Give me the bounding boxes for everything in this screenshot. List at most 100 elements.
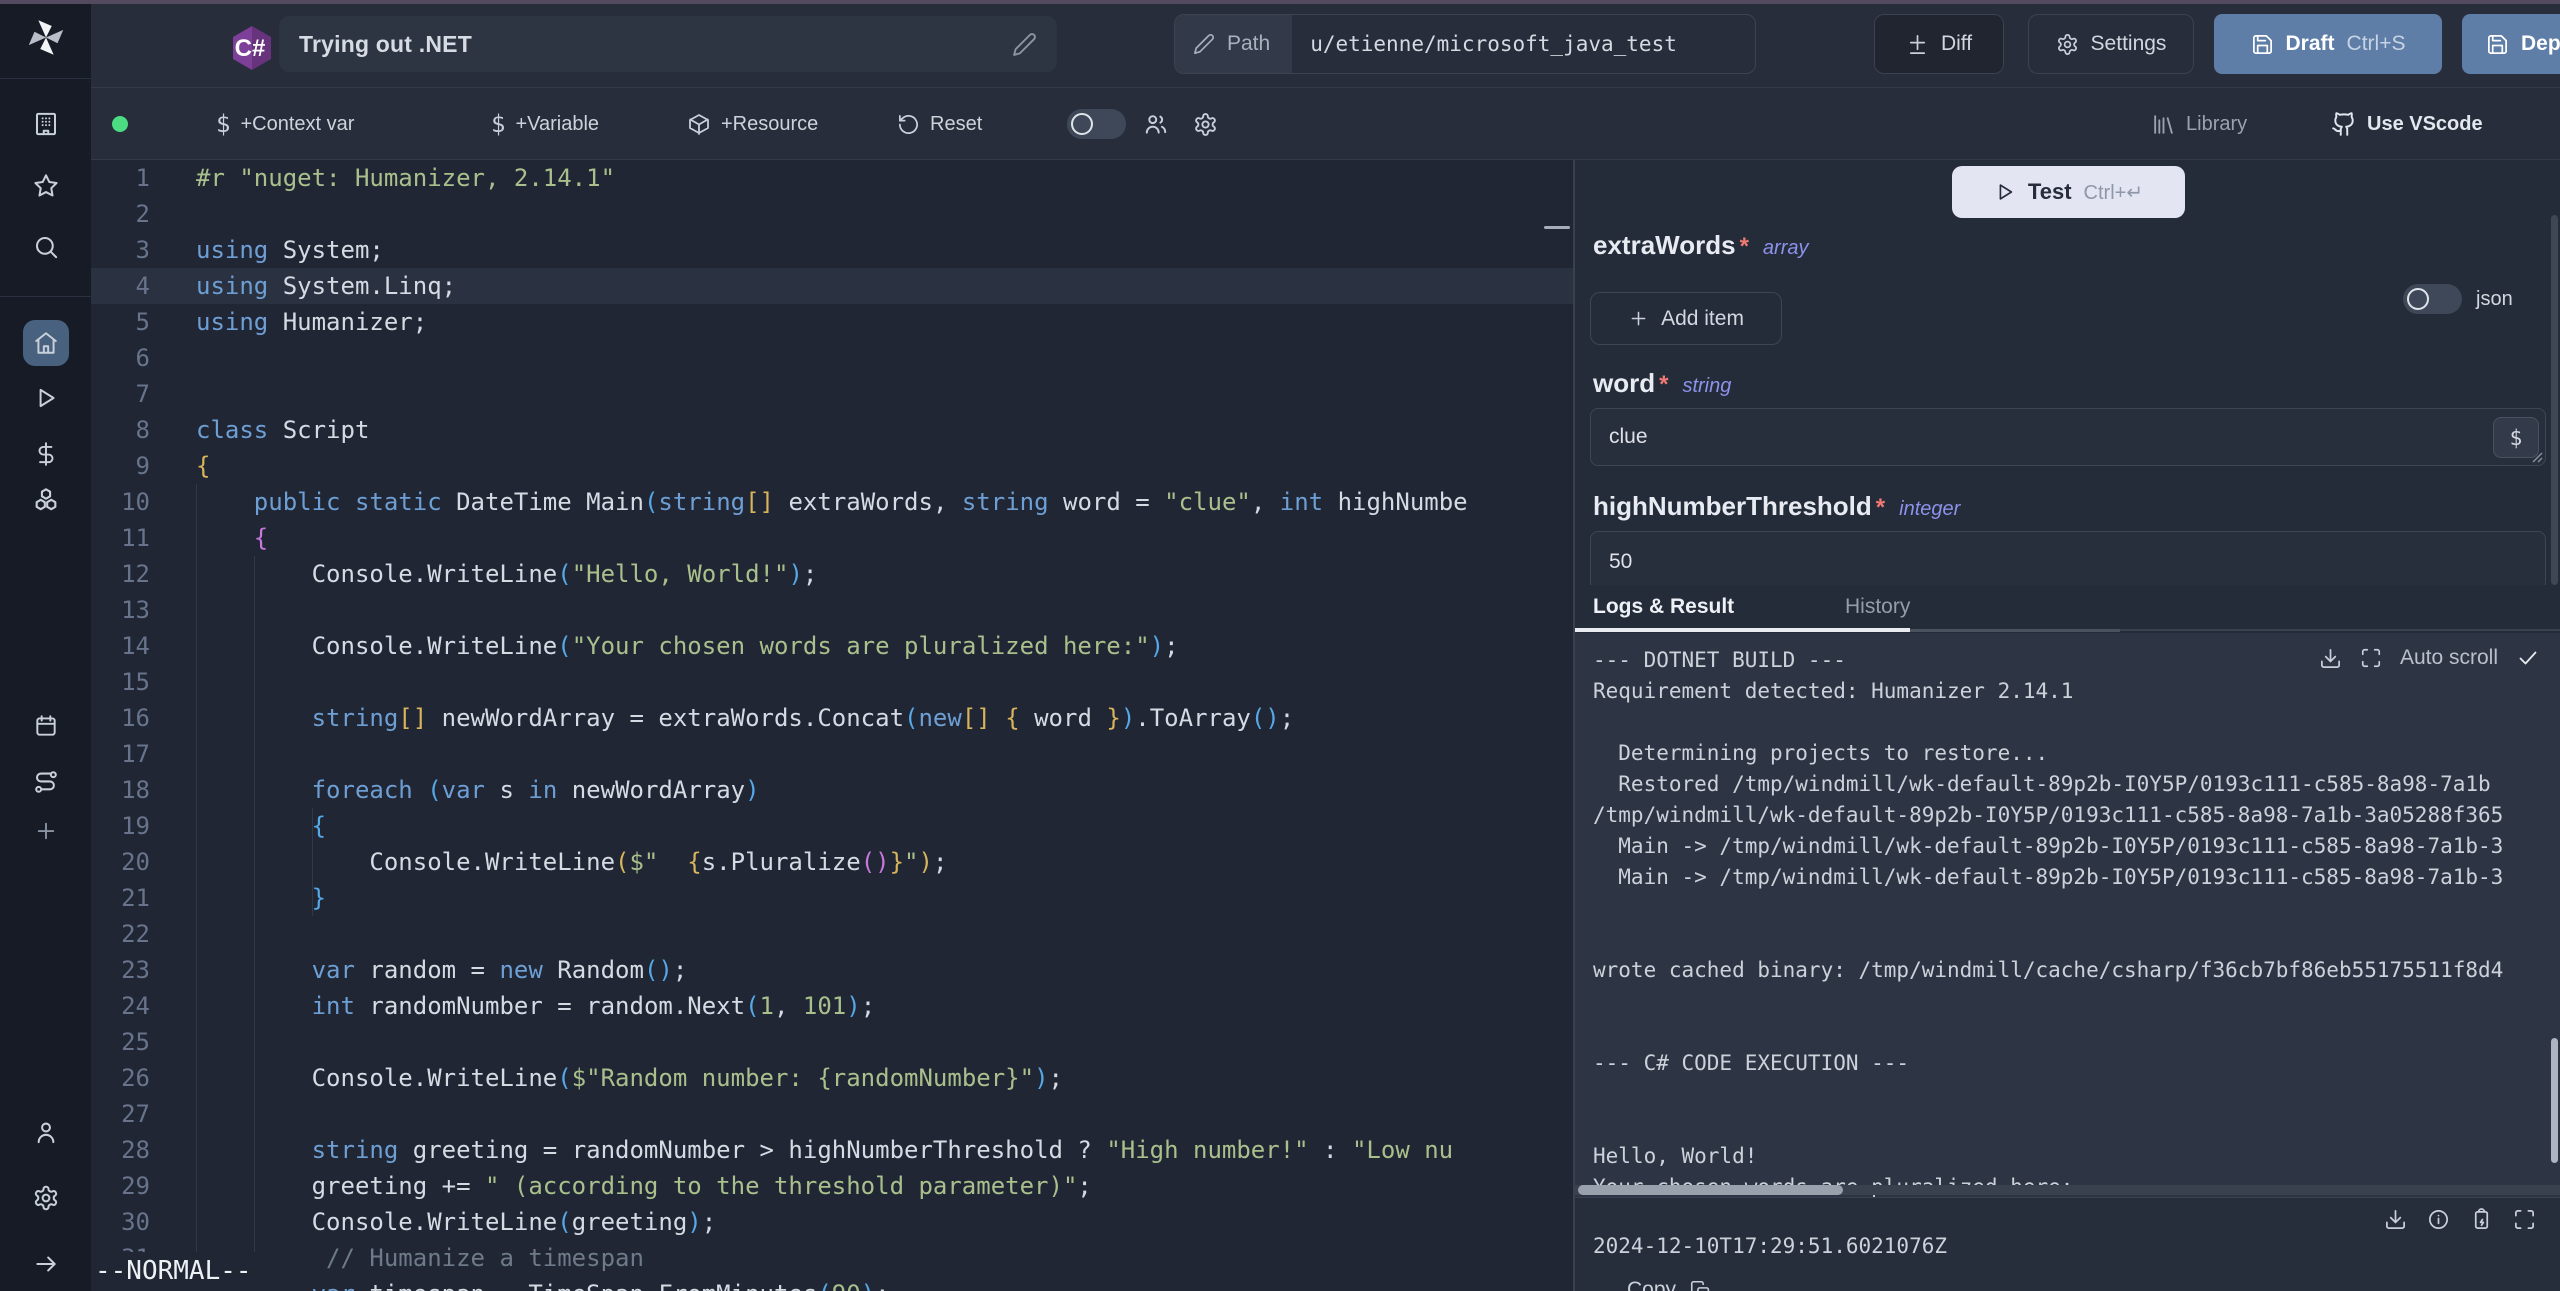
- threshold-input[interactable]: 50: [1590, 531, 2546, 593]
- clipboard-icon[interactable]: [2470, 1208, 2493, 1231]
- code-line[interactable]: 12 Console.WriteLine("Hello, World!");: [91, 556, 1573, 592]
- log-lines: --- DOTNET BUILD ---Requirement detected…: [1575, 633, 2560, 1197]
- code-line[interactable]: 19 {: [91, 808, 1573, 844]
- test-button[interactable]: Test Ctrl+↵: [1952, 166, 2185, 218]
- add-item-label: Add item: [1661, 307, 1744, 331]
- add-resource-button[interactable]: +Resource: [687, 88, 818, 160]
- code-line[interactable]: 28 string greeting = randomNumber > high…: [91, 1132, 1573, 1168]
- form-scrollbar[interactable]: [2551, 215, 2558, 585]
- add-context-var-button[interactable]: $ +Context var: [216, 88, 354, 160]
- code-line[interactable]: 5using Humanizer;: [91, 304, 1573, 340]
- sidebar-collapse-toggle[interactable]: [33, 1251, 59, 1277]
- download-logs-icon[interactable]: [2319, 647, 2342, 670]
- sidebar-item-schedules[interactable]: [33, 713, 59, 739]
- code-line[interactable]: 7: [91, 376, 1573, 412]
- code-line[interactable]: 18 foreach (var s in newWordArray): [91, 772, 1573, 808]
- run-panel: Test Ctrl+↵ extraWords * array json Add …: [1575, 160, 2560, 1291]
- person-icon: [32, 1119, 59, 1146]
- splitter-handle[interactable]: [1544, 226, 1570, 229]
- code-line[interactable]: 24 int randomNumber = random.Next(1, 101…: [91, 988, 1573, 1024]
- sidebar-item-add[interactable]: [33, 819, 58, 844]
- code-line[interactable]: 13: [91, 592, 1573, 628]
- code-line[interactable]: 30 Console.WriteLine(greeting);: [91, 1204, 1573, 1240]
- expand-result-icon[interactable]: [2513, 1208, 2536, 1231]
- path-field[interactable]: Path u/etienne/microsoft_java_test: [1174, 14, 1756, 74]
- code-line[interactable]: 1#r "nuget: Humanizer, 2.14.1": [91, 160, 1573, 196]
- sidebar-item-settings[interactable]: [32, 1185, 59, 1212]
- diff-button[interactable]: Diff: [1874, 14, 2004, 74]
- line-number: 26: [91, 1060, 150, 1096]
- code-line[interactable]: 20 Console.WriteLine($" {s.Pluralize()}"…: [91, 844, 1573, 880]
- log-horizontal-scrollbar[interactable]: [1575, 1185, 2560, 1195]
- code-line[interactable]: 15: [91, 664, 1573, 700]
- code-line[interactable]: 22: [91, 916, 1573, 952]
- code-line[interactable]: 3using System;: [91, 232, 1573, 268]
- check-icon[interactable]: [2516, 646, 2540, 670]
- script-title-field[interactable]: Trying out .NET: [279, 16, 1057, 72]
- library-button[interactable]: Library: [2151, 88, 2247, 160]
- mode-toggle[interactable]: [1067, 88, 1126, 160]
- add-item-button[interactable]: Add item: [1590, 292, 1782, 345]
- sidebar-item-account[interactable]: [32, 1119, 59, 1146]
- favorites-star-icon[interactable]: [32, 173, 59, 200]
- workspace-icon[interactable]: [32, 111, 59, 138]
- code-line[interactable]: 2: [91, 196, 1573, 232]
- code-line[interactable]: 27: [91, 1096, 1573, 1132]
- code-line[interactable]: 25: [91, 1024, 1573, 1060]
- code-line[interactable]: 32 var timespan = TimeSpan.FromMinutes(9…: [91, 1276, 1573, 1291]
- sidebar-item-home-active[interactable]: [23, 320, 69, 366]
- code-line[interactable]: 4using System.Linq;: [91, 268, 1573, 304]
- sidebar-item-runs[interactable]: [33, 385, 59, 411]
- line-number: 25: [91, 1024, 150, 1060]
- log-line: Requirement detected: Humanizer 2.14.1: [1593, 676, 2560, 707]
- indent-guide: [254, 556, 255, 1291]
- indent-guide: [196, 484, 197, 1291]
- search-icon[interactable]: [32, 234, 59, 261]
- code-line[interactable]: 23 var random = new Random();: [91, 952, 1573, 988]
- dollar-icon: $: [491, 110, 505, 138]
- line-number: 30: [91, 1204, 150, 1240]
- copy-button[interactable]: Copy: [1627, 1278, 1711, 1291]
- reset-button[interactable]: Reset: [897, 88, 982, 160]
- code-line[interactable]: 10 public static DateTime Main(string[] …: [91, 484, 1573, 520]
- scrollbar-thumb[interactable]: [1578, 1185, 1843, 1195]
- editor-settings-button[interactable]: [1193, 88, 1218, 160]
- line-number: 29: [91, 1168, 150, 1204]
- tab-history[interactable]: History: [1845, 585, 1910, 629]
- sidebar-item-variables[interactable]: [33, 441, 59, 467]
- code-line[interactable]: 21 }: [91, 880, 1573, 916]
- code-line[interactable]: 17: [91, 736, 1573, 772]
- json-toggle[interactable]: [2403, 284, 2462, 314]
- code-line[interactable]: 9{: [91, 448, 1573, 484]
- log-output[interactable]: --- DOTNET BUILD ---Requirement detected…: [1575, 633, 2560, 1197]
- code-line[interactable]: 26 Console.WriteLine($"Random number: {r…: [91, 1060, 1573, 1096]
- expand-logs-icon[interactable]: [2360, 647, 2382, 669]
- field-type: string: [1682, 375, 1731, 398]
- use-vscode-button[interactable]: Use VScode: [2331, 88, 2483, 160]
- sidebar-item-flows[interactable]: [32, 769, 59, 796]
- tab-logs-result[interactable]: Logs & Result: [1593, 585, 1734, 629]
- info-icon[interactable]: [2427, 1208, 2450, 1231]
- word-input[interactable]: clue $: [1590, 408, 2546, 466]
- code-editor[interactable]: 1#r "nuget: Humanizer, 2.14.1"23using Sy…: [91, 160, 1573, 1291]
- code-line[interactable]: 8class Script: [91, 412, 1573, 448]
- path-value[interactable]: u/etienne/microsoft_java_test: [1292, 15, 1695, 73]
- toggle-switch[interactable]: [1067, 109, 1126, 139]
- resize-handle-icon[interactable]: [2532, 452, 2543, 463]
- draft-button[interactable]: Draft Ctrl+S: [2214, 14, 2442, 74]
- code-line[interactable]: 6: [91, 340, 1573, 376]
- code-line[interactable]: 31 // Humanize a timespan: [91, 1240, 1573, 1276]
- add-variable-button[interactable]: $ +Variable: [491, 88, 599, 160]
- code-line[interactable]: 16 string[] newWordArray = extraWords.Co…: [91, 700, 1573, 736]
- deploy-button[interactable]: Deploy: [2462, 14, 2560, 74]
- settings-button[interactable]: Settings: [2028, 14, 2194, 74]
- log-vertical-scrollbar[interactable]: [2551, 1038, 2558, 1163]
- code-line[interactable]: 29 greeting += " (according to the thres…: [91, 1168, 1573, 1204]
- windmill-logo-icon[interactable]: [23, 15, 69, 66]
- code-line[interactable]: 11 {: [91, 520, 1573, 556]
- edit-title-pencil-icon[interactable]: [1012, 32, 1037, 57]
- collaborators-button[interactable]: [1143, 88, 1169, 160]
- sidebar-item-resources[interactable]: [32, 487, 60, 515]
- code-line[interactable]: 14 Console.WriteLine("Your chosen words …: [91, 628, 1573, 664]
- download-result-icon[interactable]: [2384, 1208, 2407, 1231]
